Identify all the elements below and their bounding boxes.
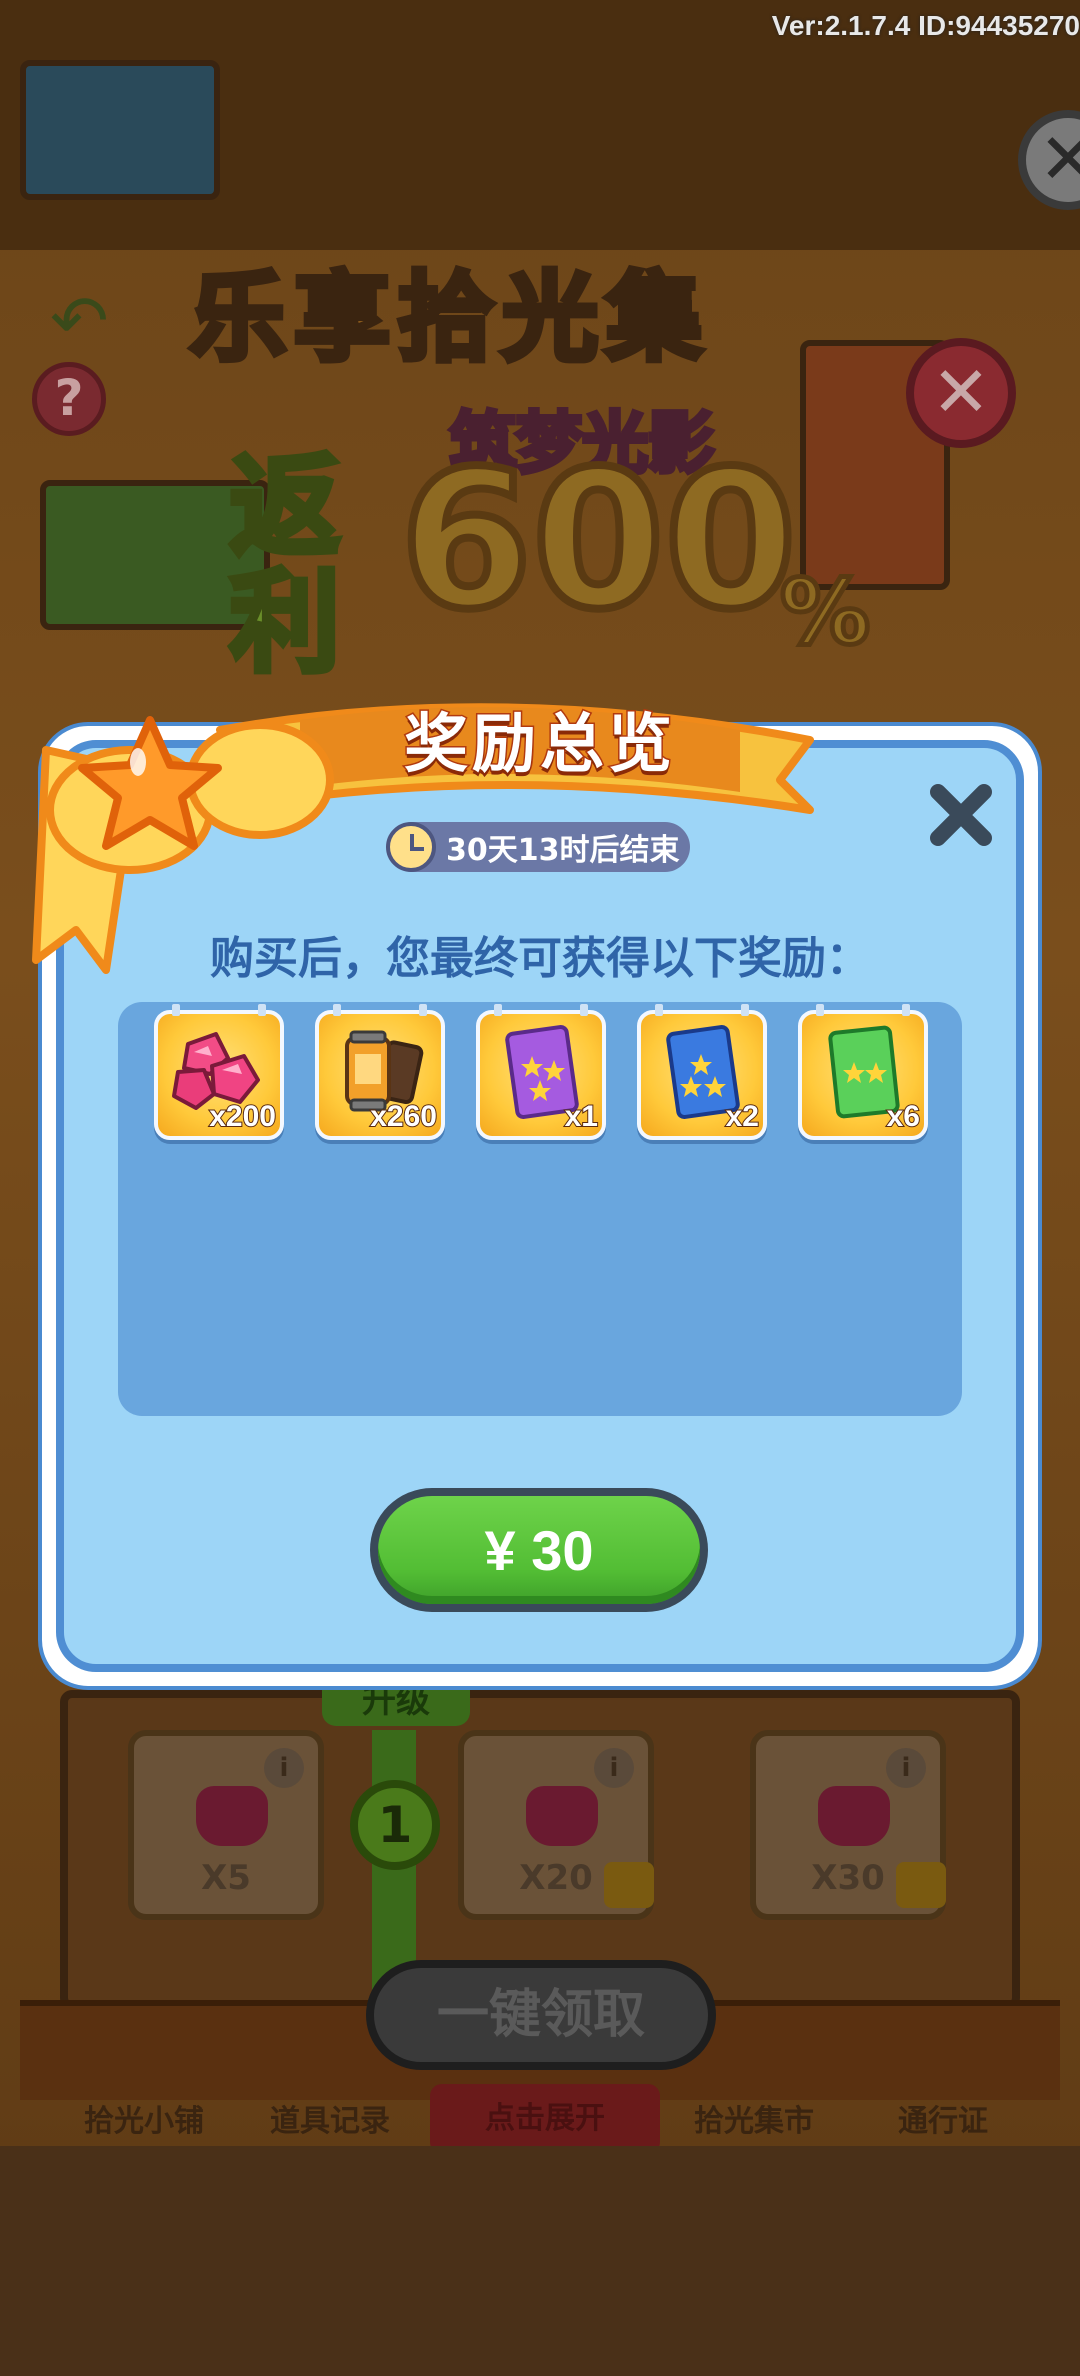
background-book xyxy=(20,60,220,200)
version-info: Ver:2.1.7.4 ID:94435270 xyxy=(771,10,1080,41)
info-icon[interactable]: i xyxy=(594,1748,634,1788)
info-icon[interactable]: i xyxy=(264,1748,304,1788)
background-lower xyxy=(0,2146,1080,2376)
gem-icon xyxy=(196,1786,268,1846)
modal-title: 奖励总览 xyxy=(403,707,676,784)
help-icon[interactable]: ? xyxy=(32,362,106,436)
reward-quantity: x2 xyxy=(725,1099,760,1134)
timer-text: 30天13时后结束 xyxy=(446,833,680,868)
reward-slot[interactable]: i X30 xyxy=(750,1730,946,1920)
purchase-button[interactable]: ¥ 30 xyxy=(370,1488,708,1612)
promo-value: 600 xyxy=(396,426,801,655)
reward-quantity: x1 xyxy=(564,1099,599,1134)
lock-icon xyxy=(604,1862,654,1908)
info-icon[interactable]: i xyxy=(886,1748,926,1788)
back-arrow-icon[interactable]: ↶ xyxy=(50,280,109,362)
nav-records[interactable]: 道具记录 xyxy=(270,2096,390,2146)
reward-subtitle: 购买后，您最终可获得以下奖励： xyxy=(210,933,870,984)
reward-quantity: x260 xyxy=(369,1099,438,1134)
slot-count: X5 xyxy=(201,1858,251,1898)
gem-icon xyxy=(526,1786,598,1846)
nav-market[interactable]: 拾光集市 xyxy=(694,2096,814,2146)
bow-star-icon xyxy=(46,716,334,874)
reward-item[interactable]: x2 xyxy=(637,1004,767,1140)
countdown-timer: 30天13时后结束 xyxy=(386,822,690,872)
reward-item[interactable]: x6 xyxy=(798,1004,928,1140)
reward-quantity: x200 xyxy=(208,1099,277,1134)
claim-all-button[interactable]: 一键领取 xyxy=(366,1960,716,2070)
event-title: 乐享拾光集 xyxy=(187,259,710,377)
nav-shop[interactable]: 拾光小铺 xyxy=(84,2096,204,2146)
promo-side-text: 返利 xyxy=(227,443,343,687)
level-badge: 1 xyxy=(350,1780,440,1870)
reward-slot[interactable]: i X5 xyxy=(128,1730,324,1920)
reward-quantity: x6 xyxy=(886,1099,921,1134)
reward-slot[interactable]: i X20 xyxy=(458,1730,654,1920)
reward-item[interactable]: x260 xyxy=(315,1004,445,1140)
price-label: ¥ 30 xyxy=(378,1496,700,1604)
nav-pass[interactable]: 通行证 xyxy=(898,2096,988,2146)
modal-close-icon[interactable] xyxy=(926,780,996,850)
reward-item[interactable]: x200 xyxy=(154,1004,284,1140)
promo-close-icon[interactable]: ✕ xyxy=(906,338,1016,448)
lock-icon xyxy=(896,1862,946,1908)
gem-icon xyxy=(818,1786,890,1846)
promo-percent: % xyxy=(777,558,872,668)
clock-icon xyxy=(386,822,436,872)
nav-expand[interactable]: 点击展开 xyxy=(430,2084,660,2154)
reward-item[interactable]: x1 xyxy=(476,1004,606,1140)
